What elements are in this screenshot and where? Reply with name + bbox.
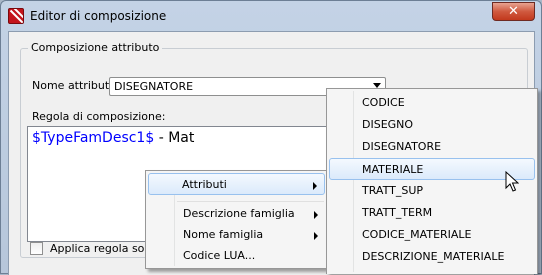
submenu-item-descrizione-materiale[interactable]: DESCRIZIONE_MATERIALE — [329, 246, 535, 268]
regola-variable-token: $TypeFamDesc1$ — [32, 130, 155, 146]
submenu-item-tratt-term[interactable]: TRATT_TERM — [329, 202, 535, 224]
context-menu: Attributi Descrizione famiglia Nome fami… — [145, 170, 328, 269]
submenu-item-label: CODICE — [362, 96, 405, 109]
menu-item-attributi[interactable]: Attributi — [148, 173, 325, 195]
nome-attributo-label: Nome attributo — [32, 79, 116, 92]
regola-text-rest: - Mat — [154, 130, 195, 146]
close-button[interactable]: ✕ — [492, 2, 535, 21]
menu-item-label: Attributi — [182, 178, 227, 191]
window-title: Editor di composizione — [30, 9, 167, 23]
title-bar[interactable]: Editor di composizione ✕ — [1, 1, 541, 31]
submenu-item-label: CODICE_MATERIALE — [362, 228, 472, 241]
submenu-item-disegnatore[interactable]: DISEGNATORE — [329, 136, 535, 158]
menu-item-nome-famiglia[interactable]: Nome famiglia — [148, 224, 325, 246]
menu-item-codice-lua[interactable]: Codice LUA... — [148, 245, 325, 267]
regola-label: Regola di composizione: — [32, 110, 166, 123]
nome-attributo-value: DISEGNATORE — [114, 80, 194, 93]
submenu-item-label: DESCRIZIONE_MATERIALE — [362, 250, 505, 263]
chevron-right-icon — [313, 182, 317, 190]
submenu-item-disegno[interactable]: DISEGNO — [329, 114, 535, 136]
menu-item-label: Codice LUA... — [183, 249, 256, 262]
mouse-pointer-icon — [505, 171, 519, 192]
submenu-item-label: MATERIALE — [362, 163, 424, 176]
group-label: Composizione attributo — [28, 41, 163, 54]
menu-item-label: Nome famiglia — [183, 228, 264, 241]
chevron-right-icon — [314, 211, 318, 219]
submenu-item-label: DISEGNATORE — [362, 140, 442, 153]
submenu-item-codice[interactable]: CODICE — [329, 92, 535, 114]
submenu-item-label: DISEGNO — [362, 118, 414, 131]
menu-item-label: Descrizione famiglia — [183, 207, 295, 220]
submenu-item-label: TRATT_SUP — [362, 184, 423, 197]
submenu-item-label: TRATT_TERM — [362, 206, 433, 219]
submenu-item-codice-materiale[interactable]: CODICE_MATERIALE — [329, 224, 535, 246]
menu-item-descrizione-famiglia[interactable]: Descrizione famiglia — [148, 203, 325, 225]
app-logo-icon — [8, 8, 24, 24]
applica-checkbox[interactable] — [30, 242, 43, 255]
chevron-right-icon — [314, 232, 318, 240]
